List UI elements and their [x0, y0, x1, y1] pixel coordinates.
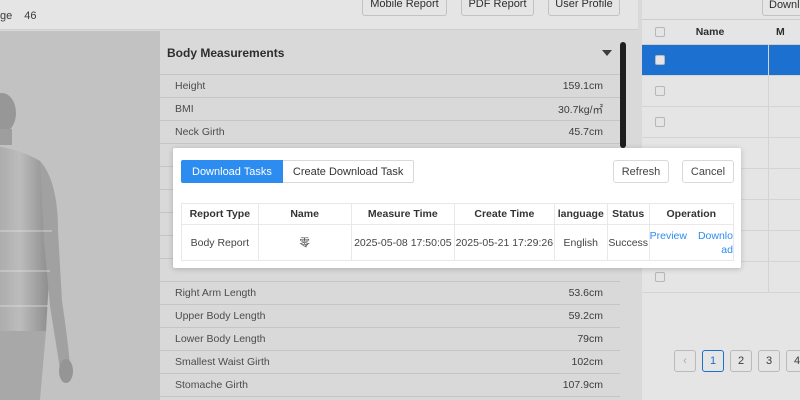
cancel-button[interactable]: Cancel [682, 160, 734, 183]
cell-name: 零 [257, 224, 352, 261]
download-link[interactable]: Download [697, 229, 733, 257]
column-header-language: language [553, 203, 608, 225]
column-header-status: Status [606, 203, 650, 225]
cell-operation: Preview Download [648, 224, 735, 261]
column-header-name: Name [257, 203, 352, 225]
table-header-row: Report Type Name Measure Time Create Tim… [181, 203, 735, 225]
cell-measure-time: 2025-05-08 17:50:05 [350, 224, 455, 261]
tab-create-download-task[interactable]: Create Download Task [282, 160, 415, 183]
table-row: Body Report 零 2025-05-08 17:50:05 2025-0… [181, 224, 735, 261]
cell-language: English [553, 224, 608, 261]
cell-create-time: 2025-05-21 17:29:26 [453, 224, 555, 261]
tab-download-tasks[interactable]: Download Tasks [181, 160, 283, 183]
refresh-button[interactable]: Refresh [613, 160, 669, 183]
cell-status: Success [606, 224, 650, 261]
download-tasks-table: Report Type Name Measure Time Create Tim… [181, 203, 735, 261]
dialog-tabs: Download Tasks Create Download Task [181, 160, 415, 183]
preview-link[interactable]: Preview [650, 229, 687, 257]
download-tasks-dialog: Download Tasks Create Download Task Refr… [173, 148, 741, 268]
cell-report-type: Body Report [181, 224, 259, 261]
column-header-operation: Operation [648, 203, 735, 225]
column-header-report-type: Report Type [181, 203, 259, 225]
column-header-measure-time: Measure Time [350, 203, 455, 225]
column-header-create-time: Create Time [453, 203, 555, 225]
